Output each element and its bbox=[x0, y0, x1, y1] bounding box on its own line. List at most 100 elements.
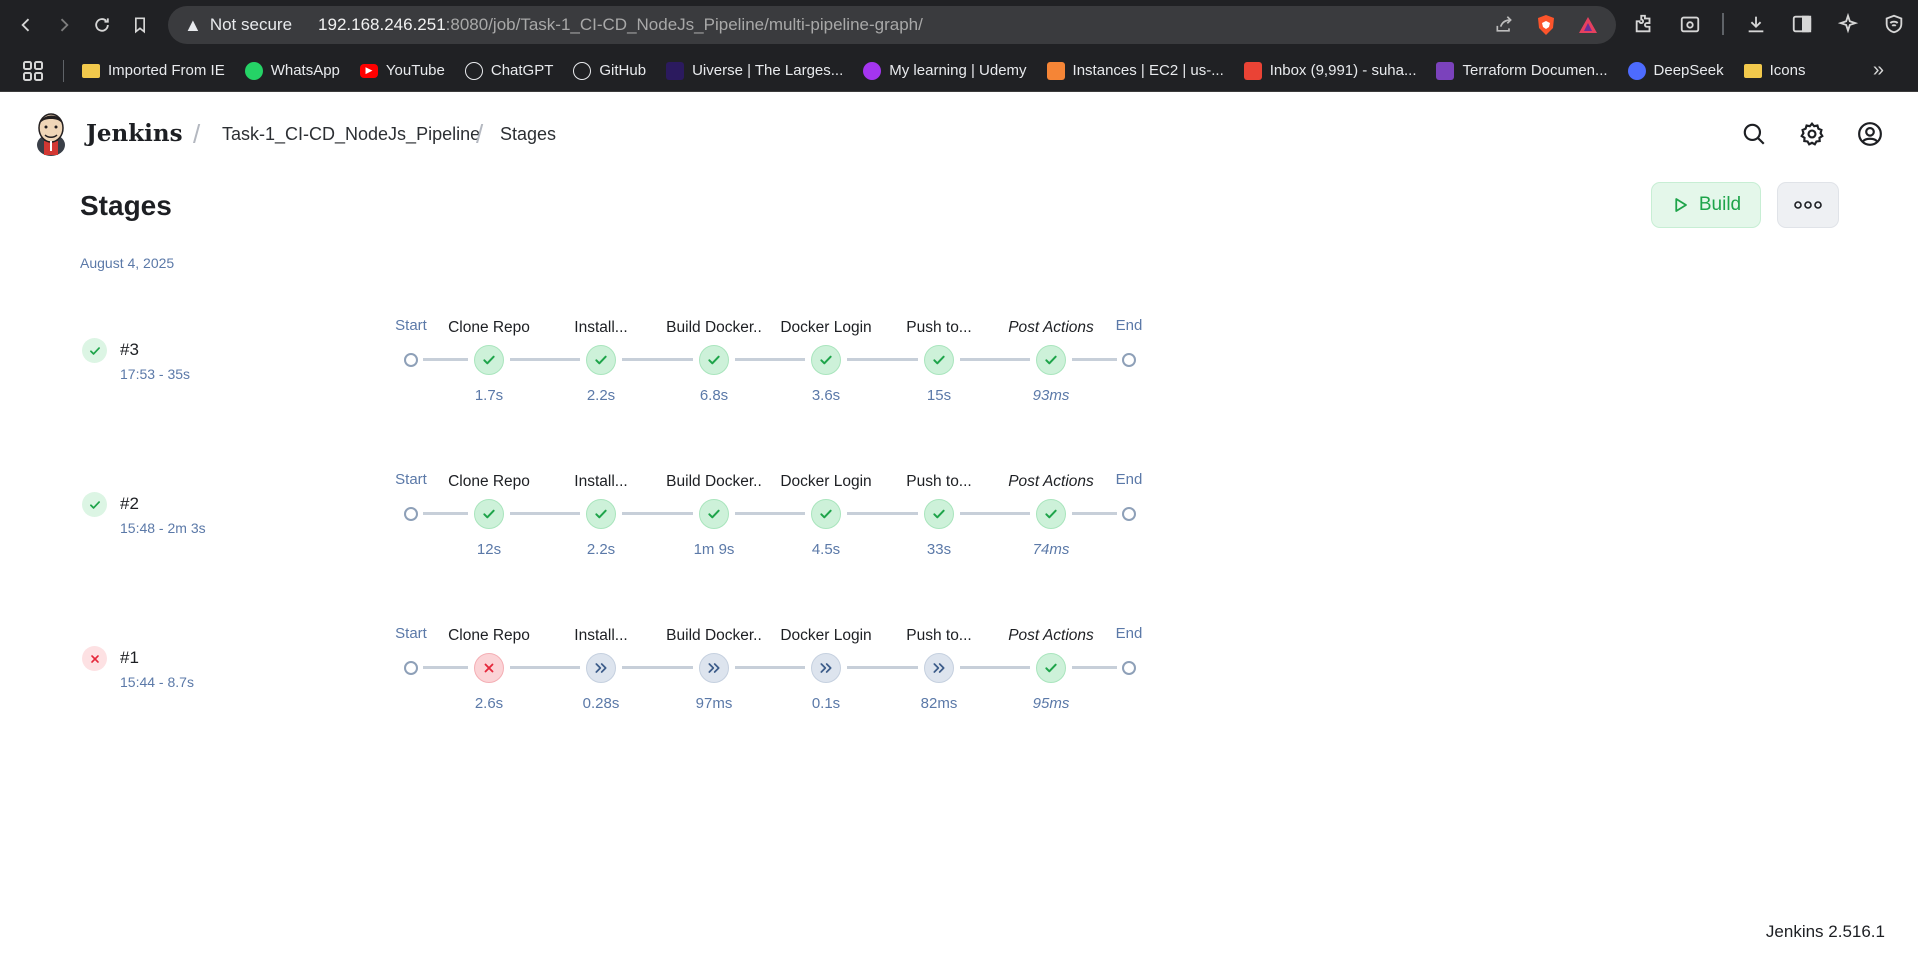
bookmark-item[interactable]: My learning | Udemy bbox=[863, 61, 1027, 80]
bookmark-item[interactable]: DeepSeek bbox=[1627, 61, 1724, 80]
stage-node[interactable] bbox=[699, 499, 729, 529]
stage-duration: 93ms bbox=[1032, 387, 1070, 404]
gear-icon[interactable] bbox=[1799, 121, 1825, 147]
end-node bbox=[1122, 353, 1136, 367]
sidebar-icon[interactable] bbox=[1788, 10, 1816, 38]
bookmark-item[interactable]: ChatGPT bbox=[464, 61, 553, 80]
stage-node[interactable] bbox=[811, 345, 841, 375]
stage-name[interactable]: Push to... bbox=[874, 319, 1004, 337]
stage-node[interactable] bbox=[811, 653, 841, 683]
stage-duration: 74ms bbox=[1032, 541, 1070, 558]
download-icon[interactable] bbox=[1742, 10, 1770, 38]
stage-name[interactable]: Build Docker.. bbox=[649, 473, 779, 491]
browser-toolbar: ▲ Not secure 192.168.246.251:8080/job/Ta… bbox=[0, 0, 1918, 50]
stage-name[interactable]: Install... bbox=[536, 319, 666, 337]
stage-name[interactable]: Clone Repo bbox=[424, 473, 554, 491]
stage-name[interactable]: Push to... bbox=[874, 627, 1004, 645]
jenkins-logo-icon[interactable] bbox=[34, 111, 68, 157]
bookmark-icon[interactable] bbox=[122, 7, 158, 43]
chevron-double-right-icon[interactable]: » bbox=[1873, 59, 1884, 82]
extensions-icon[interactable] bbox=[1630, 10, 1658, 38]
stage-name[interactable]: Install... bbox=[536, 627, 666, 645]
skipped-icon bbox=[593, 660, 609, 676]
stage-node[interactable] bbox=[586, 499, 616, 529]
brave-shield-icon[interactable] bbox=[1536, 15, 1556, 35]
stage-node[interactable] bbox=[1036, 653, 1066, 683]
stage-node[interactable] bbox=[1036, 499, 1066, 529]
stage-name[interactable]: Docker Login bbox=[761, 473, 891, 491]
stage-duration: 6.8s bbox=[699, 387, 729, 404]
stage-connector bbox=[960, 666, 1030, 669]
bookmark-item[interactable]: Inbox (9,991) - suha... bbox=[1243, 61, 1416, 80]
stage-node[interactable] bbox=[474, 653, 504, 683]
stage-connector bbox=[622, 358, 693, 361]
pipeline-run-row: #1 15:44 - 8.7s Start End Clone Repo 2.6s Inst… bbox=[0, 618, 1918, 728]
forward-icon[interactable] bbox=[46, 7, 82, 43]
jenkins-version[interactable]: Jenkins 2.516.1 bbox=[1766, 922, 1885, 942]
stage-node[interactable] bbox=[811, 499, 841, 529]
bookmark-item[interactable]: Instances | EC2 | us-... bbox=[1046, 61, 1224, 80]
bookmark-item[interactable]: Imported From IE bbox=[82, 62, 225, 79]
breadcrumb-job[interactable]: Task-1_CI-CD_NodeJs_Pipeline bbox=[222, 124, 480, 145]
address-bar[interactable]: ▲ Not secure 192.168.246.251:8080/job/Ta… bbox=[168, 6, 1616, 44]
user-account-icon[interactable] bbox=[1857, 121, 1883, 147]
brave-rewards-icon[interactable] bbox=[1578, 15, 1598, 35]
stage-node[interactable] bbox=[699, 653, 729, 683]
stage-node[interactable] bbox=[586, 653, 616, 683]
stage-node[interactable] bbox=[1036, 345, 1066, 375]
stage-name[interactable]: Post Actions bbox=[986, 473, 1116, 491]
run-number[interactable]: #1 bbox=[120, 648, 139, 668]
build-button[interactable]: Build bbox=[1651, 182, 1761, 228]
jenkins-brand[interactable]: Jenkins bbox=[86, 120, 183, 147]
stage-node[interactable] bbox=[924, 653, 954, 683]
stage-name[interactable]: Clone Repo bbox=[424, 627, 554, 645]
run-number[interactable]: #3 bbox=[120, 340, 139, 360]
stage-node[interactable] bbox=[924, 499, 954, 529]
end-node bbox=[1122, 661, 1136, 675]
pipeline-run-row: #3 17:53 - 35s Start End Clone Repo 1.7s Insta… bbox=[0, 310, 1918, 420]
share-icon[interactable] bbox=[1494, 15, 1514, 35]
reader-mode-icon[interactable] bbox=[1676, 10, 1704, 38]
bookmark-item[interactable]: Terraform Documen... bbox=[1436, 61, 1608, 80]
bookmark-item[interactable]: ▶ YouTube bbox=[359, 62, 445, 79]
stage-name[interactable]: Install... bbox=[536, 473, 666, 491]
more-actions-button[interactable] bbox=[1777, 182, 1839, 228]
vpn-shield-icon[interactable] bbox=[1880, 10, 1908, 38]
success-check-icon bbox=[818, 352, 834, 368]
stage-name[interactable]: Clone Repo bbox=[424, 319, 554, 337]
bookmark-item[interactable]: Icons bbox=[1743, 62, 1805, 79]
gmail-icon bbox=[1243, 61, 1262, 80]
leo-ai-icon[interactable] bbox=[1834, 10, 1862, 38]
bookmarks-divider bbox=[63, 59, 64, 82]
stage-connector bbox=[1072, 666, 1117, 669]
stage-node[interactable] bbox=[474, 499, 504, 529]
bookmark-item[interactable]: GitHub bbox=[573, 61, 646, 80]
bookmark-item[interactable]: WhatsApp bbox=[244, 61, 340, 80]
stage-name[interactable]: Push to... bbox=[874, 473, 1004, 491]
bookmark-label: Imported From IE bbox=[108, 62, 225, 79]
reload-icon[interactable] bbox=[84, 7, 120, 43]
stage-name[interactable]: Build Docker.. bbox=[649, 319, 779, 337]
stage-node[interactable] bbox=[699, 345, 729, 375]
stage-name[interactable]: Docker Login bbox=[761, 319, 891, 337]
stage-duration: 2.6s bbox=[474, 695, 504, 712]
stage-name[interactable]: Post Actions bbox=[986, 319, 1116, 337]
run-number[interactable]: #2 bbox=[120, 494, 139, 514]
stage-node[interactable] bbox=[586, 345, 616, 375]
bookmark-item[interactable]: Uiverse | The Larges... bbox=[666, 61, 843, 80]
apps-grid-icon[interactable] bbox=[21, 59, 45, 83]
aws-ec2-icon bbox=[1046, 61, 1065, 80]
stage-node[interactable] bbox=[474, 345, 504, 375]
stage-node[interactable] bbox=[924, 345, 954, 375]
stage-connector bbox=[735, 358, 805, 361]
play-icon bbox=[1675, 198, 1687, 212]
search-icon[interactable] bbox=[1741, 121, 1767, 147]
stage-name[interactable]: Docker Login bbox=[761, 627, 891, 645]
stage-name[interactable]: Build Docker.. bbox=[649, 627, 779, 645]
breadcrumb-stages[interactable]: Stages bbox=[500, 124, 556, 145]
github-icon bbox=[573, 61, 592, 80]
bookmark-label: Instances | EC2 | us-... bbox=[1072, 62, 1224, 79]
back-icon[interactable] bbox=[8, 7, 44, 43]
jenkins-header: Jenkins / Task-1_CI-CD_NodeJs_Pipeline /… bbox=[0, 93, 1918, 177]
stage-name[interactable]: Post Actions bbox=[986, 627, 1116, 645]
